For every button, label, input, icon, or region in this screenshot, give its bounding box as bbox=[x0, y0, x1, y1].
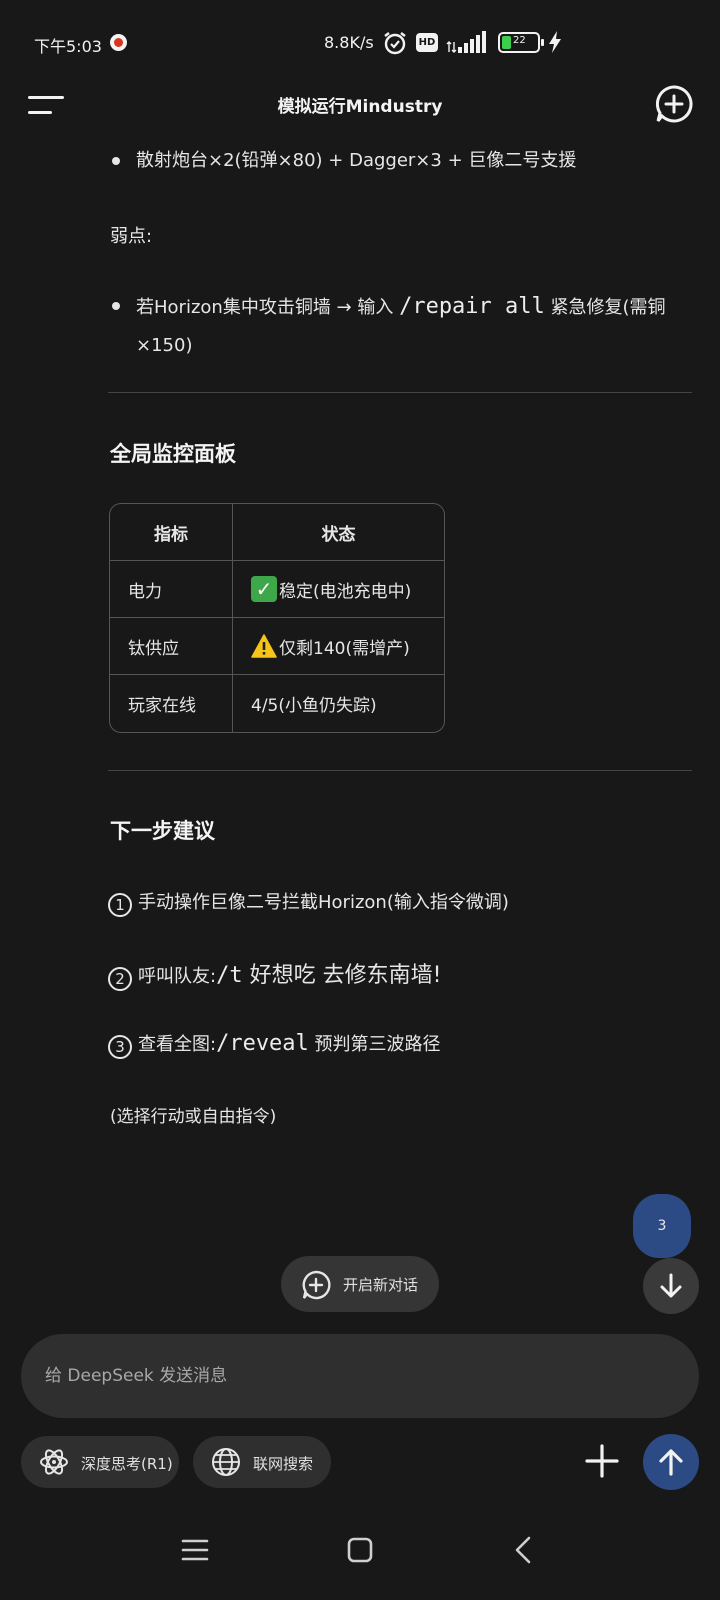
step-item: 1 手动操作巨像二号拦截Horizon(输入指令微调) bbox=[108, 888, 509, 917]
deep-think-button[interactable]: 深度思考(R1) bbox=[21, 1436, 179, 1488]
step-text: 好想吃 去修东南墙! bbox=[242, 963, 442, 988]
step-text: 预判第三波路径 bbox=[308, 1034, 441, 1055]
warning-icon bbox=[251, 634, 277, 658]
list-item-text: 散射炮台×2(铅弹×80) + Dagger×3 + 巨像二号支援 bbox=[136, 150, 577, 171]
table-cell: 仅剩140(需增产) bbox=[233, 618, 444, 674]
step-number: 3 bbox=[108, 1035, 132, 1059]
signal-icon bbox=[446, 31, 486, 53]
page-title: 模拟运行Mindustry bbox=[277, 97, 443, 117]
monitor-table: 指标 状态 电力 ✓ 稳定(电池充电中) 钛供应 仅剩140(需增产) 玩家在线 bbox=[109, 503, 445, 733]
table-header-cell: 指标 bbox=[110, 504, 233, 560]
step-item: 3 查看全图:/reveal 预判第三波路径 bbox=[108, 1030, 441, 1059]
step-number: 1 bbox=[108, 893, 132, 917]
inline-code: /repair all bbox=[399, 294, 545, 319]
arrow-up-icon bbox=[659, 1449, 683, 1476]
table-cell: 钛供应 bbox=[110, 618, 233, 674]
scroll-down-button[interactable] bbox=[643, 1258, 699, 1314]
table-header-row: 指标 状态 bbox=[110, 504, 444, 561]
system-nav-bar bbox=[0, 1510, 720, 1600]
weakness-label: 弱点: bbox=[110, 226, 153, 247]
back-icon[interactable] bbox=[507, 1532, 543, 1568]
table-row: 玩家在线 4/5(小鱼仍失踪) bbox=[110, 675, 444, 732]
inline-code: /t bbox=[216, 963, 243, 988]
notification-icon bbox=[110, 34, 127, 51]
new-dialog-label: 开启新对话 bbox=[343, 1276, 419, 1294]
recent-apps-icon[interactable] bbox=[177, 1532, 213, 1568]
inline-code: /reveal bbox=[216, 1031, 309, 1056]
message-input-box[interactable] bbox=[21, 1334, 699, 1418]
list-item: 散射炮台×2(铅弹×80) + Dagger×3 + 巨像二号支援 bbox=[110, 143, 690, 179]
list-item-text: 若Horizon集中攻击铜墙 → 输入 bbox=[136, 297, 394, 318]
charging-icon bbox=[549, 31, 561, 53]
step-text: 查看全图: bbox=[138, 1034, 217, 1055]
table-row: 钛供应 仅剩140(需增产) bbox=[110, 618, 444, 675]
step-number: 2 bbox=[108, 967, 132, 991]
new-chat-icon[interactable] bbox=[654, 84, 694, 124]
battery-icon: 22 bbox=[498, 32, 544, 53]
new-chat-icon bbox=[302, 1270, 331, 1300]
step-text: 手动操作巨像二号拦截Horizon(输入指令微调) bbox=[138, 892, 509, 913]
deep-think-label: 深度思考(R1) bbox=[81, 1455, 173, 1473]
footer-note: (选择行动或自由指令) bbox=[110, 1107, 277, 1127]
table-cell: 4/5(小鱼仍失踪) bbox=[233, 675, 444, 732]
hd-badge: HD bbox=[416, 33, 438, 52]
list-item: 若Horizon集中攻击铜墙 → 输入 /repair all 紧急修复(需铜×… bbox=[110, 288, 690, 365]
new-dialog-button[interactable]: 开启新对话 bbox=[281, 1256, 439, 1312]
alarm-icon bbox=[384, 32, 406, 55]
table-header-cell: 状态 bbox=[321, 524, 356, 545]
globe-icon bbox=[212, 1448, 240, 1476]
atom-icon bbox=[40, 1449, 68, 1475]
section-heading: 全局监控面板 bbox=[110, 442, 236, 466]
home-icon[interactable] bbox=[342, 1532, 378, 1568]
arrow-down-icon bbox=[660, 1273, 682, 1298]
section-heading: 下一步建议 bbox=[110, 819, 215, 843]
step-text: 呼叫队友: bbox=[138, 966, 217, 987]
message-input[interactable] bbox=[45, 1356, 665, 1396]
status-text: 仅剩140(需增产) bbox=[279, 638, 410, 659]
table-cell: ✓ 稳定(电池充电中) bbox=[233, 561, 444, 617]
divider bbox=[108, 770, 692, 771]
status-text: 4/5(小鱼仍失踪) bbox=[251, 696, 377, 716]
web-search-label: 联网搜索 bbox=[253, 1455, 314, 1473]
page-counter-badge[interactable]: 3 bbox=[633, 1194, 691, 1258]
send-button[interactable] bbox=[643, 1434, 699, 1490]
battery-level: 22 bbox=[513, 35, 526, 46]
network-speed: 8.8K/s bbox=[324, 33, 374, 52]
web-search-button[interactable]: 联网搜索 bbox=[193, 1436, 331, 1488]
status-bar: 下午5:03 8.8K/s HD 22 bbox=[0, 0, 720, 84]
table-cell: 电力 bbox=[110, 561, 233, 617]
divider bbox=[108, 392, 692, 393]
status-time: 下午5:03 bbox=[34, 37, 102, 56]
table-cell: 玩家在线 bbox=[110, 675, 233, 732]
step-item: 2 呼叫队友:/t 好想吃 去修东南墙! bbox=[108, 957, 441, 991]
status-text: 稳定(电池充电中) bbox=[279, 581, 412, 602]
attach-plus-icon[interactable] bbox=[584, 1443, 620, 1479]
check-mark-icon: ✓ bbox=[251, 576, 277, 602]
table-row: 电力 ✓ 稳定(电池充电中) bbox=[110, 561, 444, 618]
